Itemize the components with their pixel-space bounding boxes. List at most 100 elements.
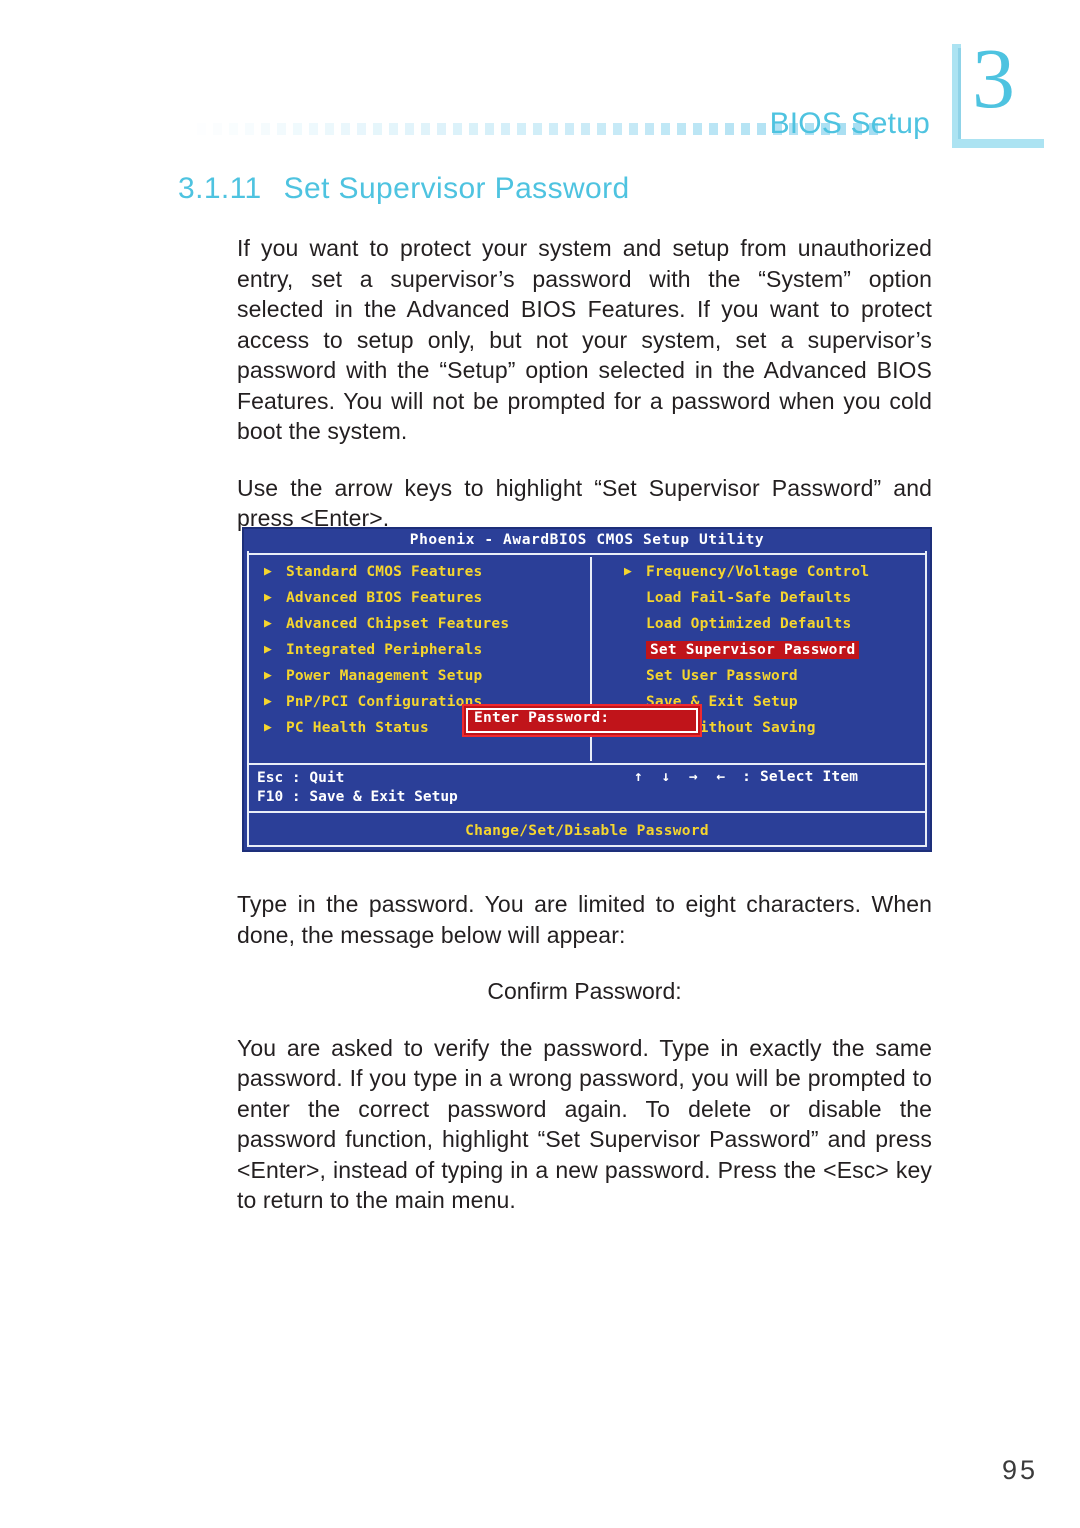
- header-dotted-rule: [181, 121, 878, 137]
- header-rule-square: [661, 123, 670, 135]
- bios-menu-item-label: Power Management Setup: [286, 668, 483, 684]
- triangle-right-icon: ▶: [264, 590, 273, 605]
- content-above-figure: If you want to protect your system and s…: [237, 233, 932, 534]
- section-heading: 3.1.11 Set Supervisor Password: [178, 172, 630, 206]
- enter-password-dialog[interactable]: Enter Password:: [462, 704, 702, 737]
- bios-select-item-legend: ↑ ↓ → ← : Select Item: [634, 769, 858, 785]
- triangle-right-icon: ▶: [264, 564, 273, 579]
- header-rule-square: [341, 123, 350, 135]
- header-rule-square: [229, 123, 238, 135]
- triangle-right-icon: ▶: [264, 694, 273, 709]
- header-rule-square: [613, 123, 622, 135]
- bios-separator-bottom: [247, 811, 927, 813]
- header-rule-square: [581, 123, 590, 135]
- triangle-right-icon: ▶: [264, 668, 273, 683]
- header-rule-square: [245, 123, 254, 135]
- bios-menu-item-label: Load Fail-Safe Defaults: [646, 590, 852, 606]
- header-rule-square: [517, 123, 526, 135]
- bios-select-item-label: : Select Item: [742, 769, 859, 785]
- chapter-number: 3: [972, 30, 1015, 126]
- header-title: BIOS Setup: [769, 107, 930, 140]
- header-rule-square: [469, 123, 478, 135]
- header-rule-square: [405, 123, 414, 135]
- header-rule-square: [181, 123, 190, 135]
- header-rule-square: [277, 123, 286, 135]
- header-rule-square: [197, 123, 206, 135]
- page-header: 3 BIOS Setup: [0, 0, 1080, 165]
- header-rule-square: [389, 123, 398, 135]
- bios-menu-item[interactable]: ▶ Standard CMOS Features: [262, 559, 582, 585]
- header-rule-square: [293, 123, 302, 135]
- header-rule-square: [597, 123, 606, 135]
- bios-menu-item-label: Load Optimized Defaults: [646, 616, 852, 632]
- bios-menu-item[interactable]: Load Optimized Defaults: [622, 611, 930, 637]
- chapter-bracket-horizontal: [952, 139, 1044, 148]
- header-rule-square: [485, 123, 494, 135]
- header-rule-square: [453, 123, 462, 135]
- paragraph-verify-password: You are asked to verify the password. Ty…: [237, 1034, 932, 1214]
- header-rule-square: [565, 123, 574, 135]
- header-rule-square: [309, 123, 318, 135]
- bios-menu-item[interactable]: ▶ Frequency/Voltage Control: [622, 559, 930, 585]
- header-rule-square: [421, 123, 430, 135]
- paragraph-type-password: Type in the password. You are limited to…: [237, 891, 932, 948]
- bios-menu-item-label: Frequency/Voltage Control: [646, 564, 870, 580]
- header-rule-square: [437, 123, 446, 135]
- bios-menu-item-selected[interactable]: Set Supervisor Password: [622, 637, 930, 663]
- bios-menu-item[interactable]: ▶ Power Management Setup: [262, 663, 582, 689]
- bios-menu-item-label: Set User Password: [646, 668, 798, 684]
- confirm-password-note: Confirm Password:: [487, 978, 682, 1004]
- bios-menu-item-label: Set Supervisor Password: [646, 641, 860, 659]
- bios-menu-item-label: Advanced BIOS Features: [286, 590, 483, 606]
- header-rule-square: [741, 123, 750, 135]
- bios-menu-item[interactable]: ▶ Integrated Peripherals: [262, 637, 582, 663]
- bios-menu-item-label: PC Health Status: [286, 720, 429, 736]
- bios-menu-item-label: Advanced Chipset Features: [286, 616, 510, 632]
- header-rule-square: [629, 123, 638, 135]
- header-rule-square: [357, 123, 366, 135]
- arrow-keys-icon: ↑ ↓ → ←: [634, 769, 731, 785]
- content-below-figure: Type in the password. You are limited to…: [237, 889, 932, 1216]
- bios-separator-top: [247, 553, 927, 555]
- triangle-right-icon: ▶: [264, 616, 273, 631]
- bios-menu-item[interactable]: ▶ Advanced Chipset Features: [262, 611, 582, 637]
- bios-menu-item-label: Integrated Peripherals: [286, 642, 483, 658]
- header-rule-square: [549, 123, 558, 135]
- triangle-right-icon: ▶: [264, 720, 273, 735]
- header-rule-square: [645, 123, 654, 135]
- header-rule-square: [709, 123, 718, 135]
- header-rule-square: [325, 123, 334, 135]
- page-number: 95: [1001, 1455, 1038, 1485]
- chapter-bracket-vertical-inner: [958, 48, 961, 144]
- header-rule-square: [261, 123, 270, 135]
- bios-menu-item[interactable]: Set User Password: [622, 663, 930, 689]
- bios-menu-item-label: Standard CMOS Features: [286, 564, 483, 580]
- paragraph-intro: If you want to protect your system and s…: [237, 235, 932, 444]
- bios-window: Phoenix - AwardBIOS CMOS Setup Utility ▶…: [242, 527, 932, 852]
- bios-help-text: Change/Set/Disable Password: [465, 823, 709, 839]
- paragraph-arrow-keys: Use the arrow keys to highlight “Set Sup…: [237, 474, 932, 532]
- bios-title-bar: Phoenix - AwardBIOS CMOS Setup Utility: [244, 529, 930, 551]
- bios-menu-item[interactable]: ▶ Advanced BIOS Features: [262, 585, 582, 611]
- section-title: Set Supervisor Password: [283, 172, 630, 205]
- header-rule-square: [693, 123, 702, 135]
- header-rule-square: [757, 123, 766, 135]
- enter-password-prompt: Enter Password:: [474, 710, 610, 726]
- header-rule-square: [373, 123, 382, 135]
- bios-setup-figure: Phoenix - AwardBIOS CMOS Setup Utility ▶…: [242, 527, 932, 852]
- bios-menu-item-label: PnP/PCI Configurations: [286, 694, 483, 710]
- triangle-right-icon: ▶: [624, 564, 633, 579]
- section-number: 3.1.11: [178, 172, 262, 205]
- triangle-right-icon: ▶: [264, 642, 273, 657]
- header-rule-square: [677, 123, 686, 135]
- header-rule-square: [533, 123, 542, 135]
- bios-key-legend: Esc : Quit F10 : Save & Exit Setup: [257, 769, 557, 807]
- header-rule-square: [725, 123, 734, 135]
- bios-key-f10: F10 : Save & Exit Setup: [257, 789, 458, 805]
- header-rule-square: [213, 123, 222, 135]
- header-rule-square: [501, 123, 510, 135]
- bios-separator-middle: [247, 763, 927, 765]
- chapter-badge: 3: [952, 30, 1044, 156]
- bios-key-esc: Esc : Quit: [257, 770, 345, 786]
- bios-menu-item[interactable]: Load Fail-Safe Defaults: [622, 585, 930, 611]
